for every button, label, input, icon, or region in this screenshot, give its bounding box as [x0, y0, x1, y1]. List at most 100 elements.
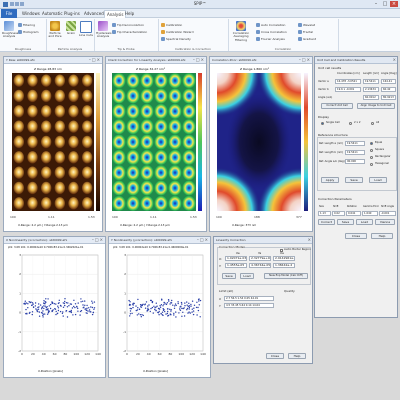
square-radio[interactable]: [370, 149, 373, 152]
param-gamma-field[interactable]: 1.040: [362, 211, 378, 216]
cross-correlation-button[interactable]: Cross Correlation: [256, 29, 287, 35]
close-button[interactable]: Close: [345, 233, 367, 239]
file-tab[interactable]: File: [1, 9, 17, 18]
hexagonal-radio[interactable]: [370, 163, 373, 166]
x-xe-field[interactable]: 1.02071e-03: [225, 256, 247, 261]
param-shift-field[interactable]: 0.02: [332, 211, 345, 216]
multiple-cell-radio[interactable]: [349, 122, 352, 125]
save-button[interactable]: Save: [345, 177, 363, 183]
tab-help[interactable]: Help: [125, 10, 134, 18]
nonlinearity-plot-x[interactable]: 3210-1-20 20 40 60 80 100 120 140: [14, 253, 102, 361]
angle-ab-length-field[interactable]: 60.0012: [363, 95, 379, 100]
image-window-zcor[interactable]: Correlation ZCor: sbt0099.afx –□× Z Range…: [209, 56, 313, 232]
y-xe-field[interactable]: 1.4555e-05: [225, 263, 247, 268]
apply-button[interactable]: Apply: [321, 177, 339, 183]
auto-correlation-button[interactable]: Auto Correlation: [256, 22, 285, 28]
dialog-title-bar[interactable]: Linearity Correction ×: [214, 237, 312, 244]
tip-characterization-button[interactable]: Tip Characterization: [112, 29, 147, 35]
y-ya-field[interactable]: 4.36744e-05: [249, 263, 271, 268]
close-icon[interactable]: ×: [390, 1, 398, 7]
surface-feature: [81, 135, 93, 149]
param-size-field[interactable]: 1.13: [318, 211, 331, 216]
tip-deconvolution-button[interactable]: Tip Deconvolution: [112, 22, 144, 28]
vector-b-angle-field[interactable]: 60.42: [381, 87, 396, 92]
gradient-button[interactable]: Gradient: [298, 36, 316, 42]
plot-window-x[interactable]: X Nonlinearity (xcorrection): sbt0099.af…: [3, 236, 106, 378]
correction-image[interactable]: [112, 73, 196, 211]
angle-ab-angle-field[interactable]: 80.9213: [381, 95, 396, 100]
calib-save-button[interactable]: Save: [337, 219, 354, 225]
window-title-bar[interactable]: Y Nonlinearity (ycorrection): sbt0099.af…: [109, 237, 210, 244]
calibration-wizard-button[interactable]: Calibration Wizard: [161, 29, 194, 35]
line-cuts-button[interactable]: Line Cuts: [79, 21, 93, 41]
hysteresis-button[interactable]: Hysteresis Analysis: [96, 21, 112, 41]
ref-angle-field[interactable]: 90.000: [345, 159, 365, 164]
limit-y-field[interactable]: 4.5 33.45 5.64 0.14 14.04: [224, 303, 274, 308]
zcor-image[interactable]: [217, 73, 301, 211]
x-ya-field[interactable]: 2.32779e+00: [249, 256, 271, 261]
help-button[interactable]: Help: [371, 233, 393, 239]
vector-b-coord-field[interactable]: 19.6 x -0.001: [335, 87, 361, 92]
vector-a-length-field[interactable]: 19.5411: [363, 79, 379, 84]
audio-border-checkbox[interactable]: [280, 249, 283, 252]
linearity-correction-dialog[interactable]: Linearity Correction × Correction Model X…: [213, 236, 313, 364]
close-button[interactable]: Close: [266, 353, 284, 359]
x-xa-field[interactable]: 2.9142961e-4: [273, 256, 295, 261]
vector-b-length-field[interactable]: 2.13434: [363, 87, 379, 92]
tab-advanced[interactable]: Advanced: [84, 10, 104, 18]
window-title-bar[interactable]: Client Correction for Linearity Analysis…: [106, 57, 206, 64]
particle-button[interactable]: Particle and Pore: [48, 21, 62, 41]
load-button[interactable]: Load: [369, 177, 387, 183]
fourier-button[interactable]: Fourier Analysis: [256, 36, 285, 42]
vienna-button[interactable]: Vienna: [375, 219, 395, 225]
tab-plugins[interactable]: Plug-ins: [64, 10, 80, 18]
wavelet-button[interactable]: Wavelet: [298, 22, 315, 28]
tab-automatic[interactable]: Automatic: [42, 10, 63, 18]
rectangular-radio[interactable]: [370, 156, 373, 159]
correlation-button[interactable]: Correlation Averaging Filtering: [230, 21, 252, 42]
image-window-correction[interactable]: Client Correction for Linearity Analysis…: [105, 56, 207, 232]
fractal-button[interactable]: Fractal: [298, 29, 313, 35]
tab-windows[interactable]: Windows: [22, 10, 40, 18]
spectral-density-button[interactable]: Spectral Density: [161, 36, 191, 42]
maximize-icon[interactable]: □: [381, 1, 389, 7]
new-exp-model-button[interactable]: New Exp Model (Calc Diff): [264, 273, 308, 279]
image-window-raw[interactable]: Y Raw: sbt0099.afx –□× Z Range 28.83 nm 1…: [3, 56, 103, 232]
afm-image[interactable]: [12, 73, 94, 211]
histogram-button[interactable]: Histogram: [18, 29, 39, 35]
vector-a-angle-field[interactable]: 164.41: [381, 79, 396, 84]
y-xa-field[interactable]: 1.38442e-2: [273, 263, 295, 268]
equal-radio[interactable]: [370, 142, 373, 145]
correct-button[interactable]: Correct: [318, 219, 335, 225]
x-tick-label: 0: [126, 352, 128, 356]
dialog-title-bar[interactable]: Unit Cell and Calibration Results ×: [315, 57, 397, 64]
plot-window-y[interactable]: Y Nonlinearity (ycorrection): sbt0099.af…: [108, 236, 211, 378]
calib-load-button[interactable]: Load: [356, 219, 373, 225]
save-button[interactable]: Save: [222, 273, 236, 279]
all-cells-radio[interactable]: [371, 122, 374, 125]
align-image-button[interactable]: Align Image to Unit Cell: [357, 103, 395, 109]
nonlinearity-plot-y[interactable]: 3210-1-20 20 40 60 80 100 120 140: [119, 253, 207, 361]
filtering-button[interactable]: Filtering: [18, 22, 35, 28]
unit-cell-dialog[interactable]: Unit Cell and Calibration Results × Unit …: [314, 56, 398, 318]
ref-length-b-field[interactable]: 19.5411: [345, 150, 365, 155]
single-cell-radio[interactable]: [321, 122, 324, 125]
roughness-button[interactable]: Roughness Analysis: [2, 21, 18, 41]
vector-a-coord-field[interactable]: 16.478 -3.0521: [335, 79, 361, 84]
data-point: [42, 313, 45, 315]
window-title-bar[interactable]: Correlation ZCor: sbt0099.afx –□×: [210, 57, 312, 64]
help-button[interactable]: Help: [288, 353, 306, 359]
data-point: [38, 303, 40, 305]
x-tick-label: 60: [158, 352, 162, 356]
grain-button[interactable]: Grain: [64, 21, 78, 41]
param-rotation-field[interactable]: 0.041: [346, 211, 361, 216]
ref-length-a-field[interactable]: 19.5411: [345, 141, 365, 146]
calibration-button[interactable]: Calibration: [161, 22, 182, 28]
correct-unit-cell-button[interactable]: Correct Unit Cell: [321, 103, 353, 109]
window-title-bar[interactable]: Y Raw: sbt0099.afx –□×: [4, 57, 102, 64]
param-shift-angle-field[interactable]: -0.001: [379, 211, 396, 216]
limit-x-field[interactable]: 2.7 56.5 1.54 0.05 44.91: [224, 296, 274, 301]
minimize-icon[interactable]: –: [372, 1, 380, 7]
load-button[interactable]: Load: [240, 273, 254, 279]
window-title-bar[interactable]: X Nonlinearity (xcorrection): sbt0099.af…: [4, 237, 105, 244]
